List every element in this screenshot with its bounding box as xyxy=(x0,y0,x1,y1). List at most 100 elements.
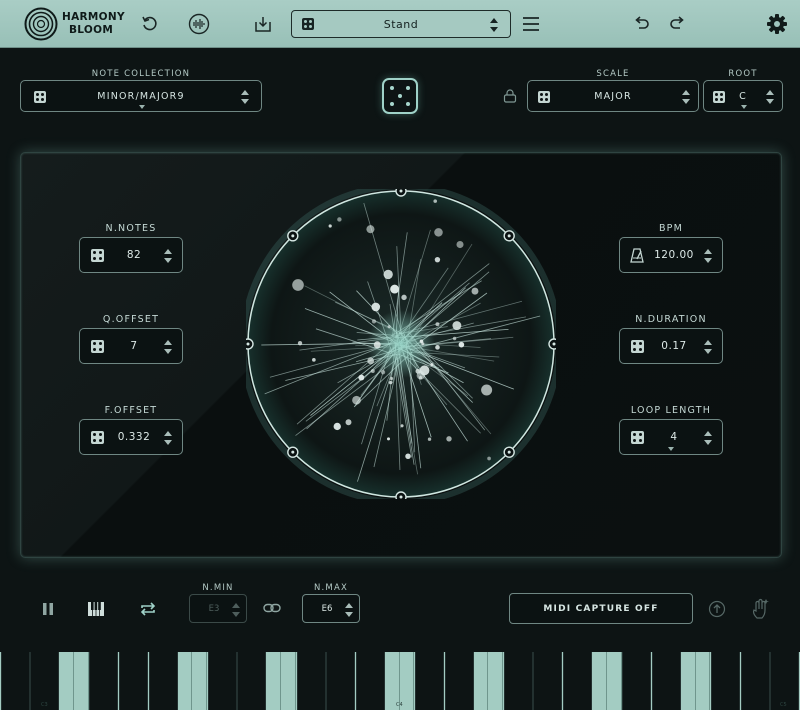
note-dot xyxy=(366,225,375,234)
gear-icon xyxy=(767,14,787,34)
note-dot xyxy=(416,371,426,380)
dice-icon[interactable] xyxy=(91,431,104,444)
black-key[interactable] xyxy=(119,652,148,710)
up-down-arrows-icon[interactable] xyxy=(164,430,172,446)
black-key[interactable] xyxy=(296,652,326,710)
white-key[interactable] xyxy=(192,652,208,710)
white-key[interactable] xyxy=(680,652,696,710)
export-button[interactable] xyxy=(250,11,276,37)
n-max-field[interactable]: E6 xyxy=(302,594,360,623)
note-dot xyxy=(383,269,393,280)
app-name: HARMONY BLOOM xyxy=(62,11,125,37)
black-key[interactable] xyxy=(148,652,178,710)
note-dot xyxy=(337,217,342,222)
undo-button[interactable] xyxy=(628,11,654,37)
note-collection-value: MINOR/MAJOR9 xyxy=(97,91,185,102)
link-icon[interactable] xyxy=(263,601,281,615)
reload-button[interactable] xyxy=(137,11,163,37)
black-key[interactable] xyxy=(237,652,267,710)
metronome-icon[interactable] xyxy=(630,248,644,263)
black-key[interactable] xyxy=(711,652,740,710)
root-selector[interactable]: C xyxy=(703,80,783,112)
white-key[interactable] xyxy=(177,652,193,710)
note-dot xyxy=(312,358,316,362)
piano-view-button[interactable] xyxy=(84,597,108,621)
black-key[interactable] xyxy=(533,652,563,710)
note-collection-caption: NOTE COLLECTION xyxy=(91,69,191,79)
note-dot xyxy=(352,395,361,405)
white-key[interactable] xyxy=(695,652,711,710)
black-key[interactable] xyxy=(503,652,533,710)
black-key[interactable] xyxy=(740,652,770,710)
redo-button[interactable] xyxy=(665,11,691,37)
black-key[interactable] xyxy=(0,652,30,710)
menu-icon xyxy=(523,17,539,31)
midi-capture-button[interactable]: MIDI CAPTURE OFF xyxy=(509,593,693,624)
white-key[interactable] xyxy=(59,652,74,710)
up-down-arrows-icon[interactable] xyxy=(241,89,249,105)
note-visualizer[interactable] xyxy=(246,189,556,499)
dice-icon[interactable] xyxy=(91,249,104,262)
black-key[interactable] xyxy=(326,652,356,710)
white-key[interactable] xyxy=(606,652,622,710)
n-notes-field[interactable]: 82 xyxy=(79,237,183,273)
loop-icon xyxy=(140,602,156,616)
n-max-caption: N.MAX xyxy=(313,583,349,593)
up-down-arrows-icon[interactable] xyxy=(704,248,712,264)
note-dot xyxy=(390,284,400,294)
n-min-field[interactable]: E3 xyxy=(189,594,247,623)
chevron-down-icon xyxy=(741,105,747,109)
randomize-all-button[interactable] xyxy=(382,78,418,114)
note-dot xyxy=(387,325,391,329)
up-down-arrows-icon[interactable] xyxy=(164,339,172,355)
black-key[interactable] xyxy=(444,652,474,710)
preset-selector[interactable]: Stand xyxy=(291,10,511,38)
drag-export-button[interactable] xyxy=(705,597,729,621)
audition-button[interactable] xyxy=(186,11,212,37)
note-dot xyxy=(370,369,375,373)
black-key[interactable] xyxy=(415,652,444,710)
f-offset-field[interactable]: 0.332 xyxy=(79,419,183,455)
white-key[interactable] xyxy=(488,652,504,710)
note-dot xyxy=(371,319,377,324)
up-down-arrows-icon[interactable] xyxy=(345,602,353,618)
q-offset-caption: Q.OFFSET xyxy=(102,314,160,325)
dice-icon[interactable] xyxy=(631,431,644,444)
dice-icon[interactable] xyxy=(91,340,104,353)
n-duration-field[interactable]: 0.17 xyxy=(619,328,723,364)
up-down-arrows-icon[interactable] xyxy=(490,17,498,33)
up-down-arrows-icon[interactable] xyxy=(682,89,690,105)
white-key[interactable] xyxy=(266,652,282,710)
loop-length-value: 4 xyxy=(670,431,678,443)
menu-button[interactable] xyxy=(518,11,544,37)
black-key[interactable] xyxy=(622,652,652,710)
up-down-arrows-icon[interactable] xyxy=(766,89,774,105)
black-key[interactable] xyxy=(355,652,385,710)
white-key[interactable] xyxy=(281,652,296,710)
redo-icon xyxy=(670,16,684,29)
black-key[interactable] xyxy=(563,652,592,710)
white-key[interactable] xyxy=(74,652,89,710)
loop-length-field[interactable]: 4 xyxy=(619,419,723,455)
up-down-arrows-icon[interactable] xyxy=(164,248,172,264)
scale-selector[interactable]: MAJOR xyxy=(527,80,699,112)
q-offset-field[interactable]: 7 xyxy=(79,328,183,364)
loop-button[interactable] xyxy=(136,597,160,621)
drag-midi-button[interactable] xyxy=(749,597,773,621)
note-collection-selector[interactable]: MINOR/MAJOR9 xyxy=(20,80,262,112)
note-dot xyxy=(405,453,411,460)
black-key[interactable] xyxy=(651,652,681,710)
up-down-arrows-icon[interactable] xyxy=(232,602,240,618)
note-dot xyxy=(452,321,462,330)
dice-icon[interactable] xyxy=(631,340,644,353)
bpm-field[interactable]: 120.00 xyxy=(619,237,723,273)
up-down-arrows-icon[interactable] xyxy=(704,339,712,355)
white-key[interactable] xyxy=(592,652,607,710)
settings-button[interactable] xyxy=(764,11,790,37)
white-key[interactable] xyxy=(473,652,489,710)
up-down-arrows-icon[interactable] xyxy=(704,430,712,446)
pause-button[interactable] xyxy=(36,597,60,621)
black-key[interactable] xyxy=(207,652,237,710)
black-key[interactable] xyxy=(89,652,119,710)
lock-icon[interactable] xyxy=(503,89,517,103)
